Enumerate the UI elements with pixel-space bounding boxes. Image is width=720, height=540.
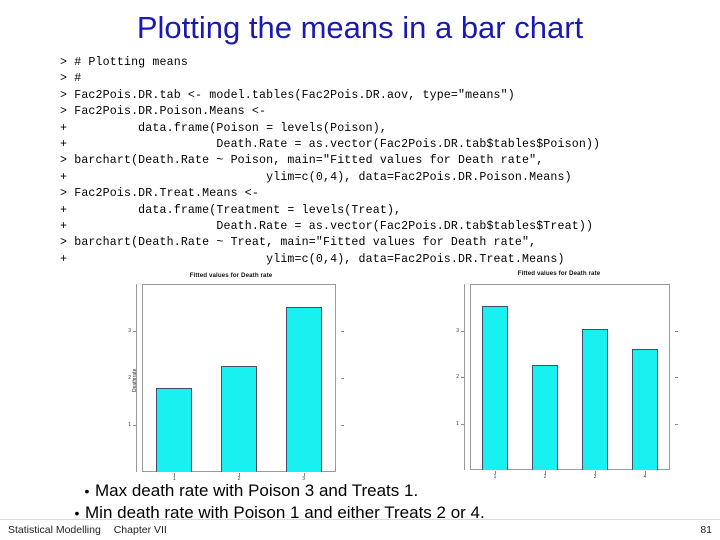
y-tick-label: 2	[128, 375, 131, 381]
bar-chart-treat: Fitted values for Death rate 1234123	[448, 270, 678, 484]
y-tick-mark-right	[675, 377, 678, 378]
y-tick-label: 1	[128, 422, 131, 428]
y-tick-label: 2	[456, 374, 459, 380]
y-tick-mark	[461, 330, 464, 332]
y-tick-mark	[133, 425, 136, 426]
y-tick-mark-right	[675, 330, 678, 332]
bar-chart-poison: Fitted values for Death rate 1 2 3 1 2 3 Death…	[126, 272, 344, 484]
code-line: + ylim=c(0,4), data=Fac2Pois.DR.Treat.Me…	[60, 252, 565, 266]
bar	[156, 387, 193, 472]
y-tick-mark-right	[341, 425, 344, 426]
code-line: + Death.Rate = as.vector(Fac2Pois.DR.tab…	[60, 219, 594, 233]
bar	[582, 328, 608, 470]
bullet-dot-icon: •	[74, 505, 80, 521]
y-tick-mark	[461, 377, 464, 378]
list-item: • Min death rate with Poison 1 and eithe…	[55, 502, 675, 524]
code-line: + ylim=c(0,4), data=Fac2Pois.DR.Poison.M…	[60, 170, 572, 184]
bullet-text: Max death rate with Poison 3 and Treats …	[95, 481, 419, 500]
code-line: + data.frame(Treatment = levels(Treat),	[60, 203, 402, 217]
footer-divider	[0, 519, 720, 520]
bar	[532, 364, 558, 470]
code-line: > Fac2Pois.DR.Treat.Means <-	[60, 187, 260, 201]
footer-course: Statistical Modelling	[8, 524, 101, 536]
code-line: > Fac2Pois.DR.Poison.Means <-	[60, 105, 267, 119]
y-tick-label: 3	[456, 327, 459, 334]
y-tick-mark	[133, 331, 136, 332]
code-line: > # Plotting means	[60, 56, 188, 69]
y-tick-label: 1	[456, 420, 459, 427]
footer-chapter: Chapter VII	[113, 524, 167, 536]
code-line: > barchart(Death.Rate ~ Treat, main="Fit…	[60, 236, 537, 250]
bar	[482, 306, 508, 470]
footer-page-number: 81	[700, 524, 712, 536]
chart-title-treat: Fitted values for Death rate	[517, 270, 601, 277]
code-line: > #	[60, 72, 82, 86]
page-title: Plotting the means in a bar chart	[136, 10, 584, 45]
code-line: > Fac2Pois.DR.tab <- model.tables(Fac2Po…	[60, 88, 515, 102]
y-axis-label: Death rate	[132, 368, 138, 392]
bullet-list: • Max death rate with Poison 3 and Treat…	[55, 480, 675, 524]
bullet-dot-icon: •	[84, 483, 90, 499]
code-line: > barchart(Death.Rate ~ Poison, main="Fi…	[60, 154, 544, 168]
bar	[285, 306, 322, 472]
bar	[220, 365, 258, 472]
code-line: + Death.Rate = as.vector(Fac2Pois.DR.tab…	[60, 137, 601, 151]
y-tick-mark-right	[675, 423, 678, 425]
r-console-code-block: > # Plotting means > # > Fac2Pois.DR.tab <…	[60, 55, 710, 268]
y-axis-line	[464, 284, 465, 470]
footer-left: Statistical Modelling Chapter VII	[8, 524, 177, 537]
footer: Statistical Modelling Chapter VII 81	[8, 524, 712, 537]
y-tick-mark	[461, 423, 464, 425]
chart-title-poison: Fitted values for Death rate	[189, 272, 273, 279]
bar	[632, 348, 658, 470]
y-tick-mark-right	[341, 331, 344, 332]
y-tick-mark-right	[341, 378, 344, 379]
list-item: • Max death rate with Poison 3 and Treat…	[55, 480, 675, 502]
y-tick-label: 3	[128, 328, 131, 334]
code-line: + data.frame(Poison = levels(Poison),	[60, 121, 387, 135]
